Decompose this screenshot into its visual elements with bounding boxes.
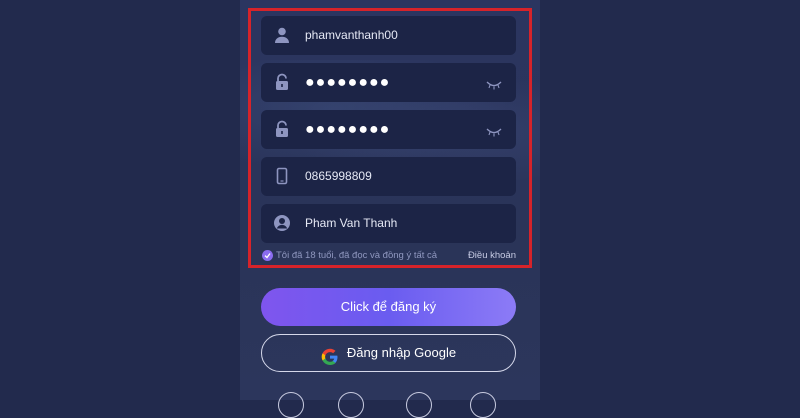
highlight-frame [248, 8, 532, 268]
google-login-button[interactable]: Đăng nhập Google [261, 334, 516, 372]
google-login-label: Đăng nhập Google [346, 345, 457, 360]
google-icon [321, 344, 339, 365]
register-button[interactable]: Click để đăng ký [261, 288, 516, 326]
social-login-button[interactable] [338, 392, 364, 418]
social-login-button[interactable] [470, 392, 496, 418]
social-login-button[interactable] [278, 392, 304, 418]
social-login-button[interactable] [406, 392, 432, 418]
